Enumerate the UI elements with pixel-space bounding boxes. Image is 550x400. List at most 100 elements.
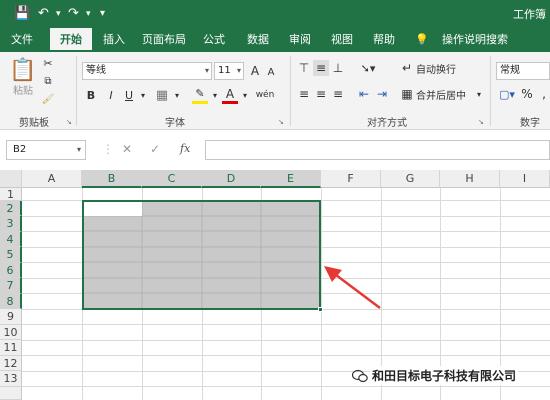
- wrap-text-icon[interactable]: ↵: [400, 60, 414, 76]
- font-group-label: 字体: [165, 118, 185, 129]
- accounting-format-icon[interactable]: ▢▾: [496, 86, 518, 102]
- align-top-icon[interactable]: ⊤: [296, 60, 312, 76]
- row-header-4[interactable]: 4: [0, 232, 22, 247]
- tab-view[interactable]: 视图: [324, 28, 360, 52]
- column-header-f[interactable]: F: [321, 170, 381, 188]
- grow-font-button[interactable]: A: [248, 62, 262, 80]
- underline-button[interactable]: U: [122, 86, 136, 104]
- align-center-icon[interactable]: ≡: [313, 86, 329, 102]
- phonetic-icon[interactable]: wén: [254, 86, 276, 104]
- tab-file[interactable]: 文件: [4, 28, 40, 52]
- orientation-icon[interactable]: ➘▾: [356, 60, 380, 76]
- decrease-indent-icon[interactable]: ⇤: [356, 86, 372, 102]
- font-launcher-icon[interactable]: ↘: [278, 118, 284, 126]
- gridline: [22, 324, 550, 325]
- tab-home[interactable]: 开始: [50, 28, 92, 52]
- row-header-10[interactable]: 10: [0, 325, 22, 340]
- alignment-group-label: 对齐方式: [367, 118, 407, 129]
- active-cell-b2[interactable]: [84, 202, 142, 216]
- row-header-1[interactable]: 1: [0, 188, 22, 201]
- font-color-icon[interactable]: A: [222, 86, 238, 104]
- font-size-select[interactable]: 11 ▾: [214, 62, 244, 80]
- tab-data[interactable]: 数据: [240, 28, 276, 52]
- undo-dropdown-icon[interactable]: ▾: [56, 6, 61, 22]
- column-header-g[interactable]: G: [381, 170, 440, 188]
- enter-icon[interactable]: ✓: [150, 142, 160, 156]
- tab-help[interactable]: 帮助: [366, 28, 402, 52]
- alignment-launcher-icon[interactable]: ↘: [478, 118, 484, 126]
- chevron-down-icon[interactable]: ▾: [172, 88, 182, 102]
- watermark-text: 和田目标电子科技有限公司: [370, 366, 519, 385]
- chevron-down-icon[interactable]: ▾: [138, 88, 148, 102]
- column-header-i[interactable]: I: [500, 170, 550, 188]
- row-header-7[interactable]: 7: [0, 278, 22, 294]
- row-header-14[interactable]: [0, 387, 22, 400]
- tab-page-layout[interactable]: 页面布局: [138, 28, 190, 52]
- chevron-down-icon[interactable]: ▾: [240, 88, 250, 102]
- clipboard-launcher-icon[interactable]: ↘: [66, 118, 72, 126]
- row-header-9[interactable]: 9: [0, 309, 22, 325]
- merge-center-icon[interactable]: ▦: [400, 86, 414, 102]
- chevron-down-icon[interactable]: ▾: [474, 86, 484, 102]
- font-name-select[interactable]: 等线 ▾: [82, 62, 212, 80]
- copy-icon[interactable]: ⧉: [40, 74, 56, 88]
- paste-button-label[interactable]: 粘贴: [6, 82, 40, 97]
- column-header-a[interactable]: A: [22, 170, 82, 188]
- tell-me-search[interactable]: 操作说明搜索: [432, 28, 518, 52]
- chevron-down-icon[interactable]: ▾: [77, 141, 81, 159]
- comma-button[interactable]: ,: [538, 86, 550, 102]
- tab-review[interactable]: 审阅: [282, 28, 318, 52]
- align-left-icon[interactable]: ≡: [296, 86, 312, 102]
- ribbon: 📋 粘贴 ✂ ⧉ 🖌 剪贴板 ↘ 等线 ▾ 11 ▾ A A B I U ▾ ▦ ▾…: [0, 52, 550, 130]
- fill-color-icon[interactable]: ✎: [192, 86, 208, 104]
- column-header-d[interactable]: D: [202, 170, 261, 188]
- row-header-2[interactable]: 2: [0, 201, 22, 216]
- redo-icon[interactable]: ↷: [68, 6, 79, 22]
- row-header-6[interactable]: 6: [0, 263, 22, 278]
- align-bottom-icon[interactable]: ⊥: [330, 60, 346, 76]
- cancel-icon[interactable]: ✕: [122, 142, 132, 156]
- name-box[interactable]: B2 ▾: [6, 140, 86, 160]
- chevron-down-icon: ▾: [236, 66, 241, 75]
- shrink-font-button[interactable]: A: [264, 64, 278, 80]
- paste-icon[interactable]: 📋: [8, 56, 38, 84]
- align-right-icon[interactable]: ≡: [330, 86, 346, 102]
- increase-indent-icon[interactable]: ⇥: [374, 86, 390, 102]
- borders-icon[interactable]: ▦: [154, 86, 170, 104]
- column-header-b[interactable]: B: [82, 170, 142, 188]
- row-header-8[interactable]: 8: [0, 294, 22, 309]
- chevron-down-icon[interactable]: ▾: [210, 88, 220, 102]
- chevron-down-icon: ▾: [204, 66, 209, 75]
- formula-input[interactable]: [205, 140, 550, 160]
- italic-button[interactable]: I: [104, 86, 118, 104]
- undo-icon[interactable]: ↶: [38, 6, 49, 22]
- column-header-h[interactable]: H: [440, 170, 500, 188]
- wrap-text-button[interactable]: 自动换行: [416, 60, 464, 76]
- row-header-5[interactable]: 5: [0, 247, 22, 263]
- bold-button[interactable]: B: [84, 86, 98, 104]
- row-header-13[interactable]: 13: [0, 371, 22, 387]
- column-header-c[interactable]: C: [142, 170, 202, 188]
- cut-icon[interactable]: ✂: [40, 56, 56, 70]
- customize-toolbar-icon[interactable]: ▾: [100, 6, 105, 22]
- arrow-shaft: [331, 271, 381, 309]
- insert-function-button[interactable]: fx: [180, 142, 190, 155]
- selected-range[interactable]: [82, 200, 321, 310]
- save-icon[interactable]: 💾: [14, 6, 30, 22]
- format-painter-icon[interactable]: 🖌: [40, 92, 56, 106]
- redo-dropdown-icon[interactable]: ▾: [86, 6, 91, 22]
- wechat-icon: [352, 369, 368, 383]
- annotation-arrow: [324, 266, 381, 309]
- row-header-3[interactable]: 3: [0, 216, 22, 232]
- number-format-select[interactable]: 常规: [496, 62, 550, 80]
- merge-center-button[interactable]: 合并后居中: [416, 86, 474, 102]
- tab-formulas[interactable]: 公式: [196, 28, 232, 52]
- align-middle-icon[interactable]: ≡: [313, 60, 329, 76]
- window-title: 工作簿: [513, 8, 546, 21]
- row-header-11[interactable]: 11: [0, 340, 22, 356]
- column-header-e[interactable]: E: [261, 170, 321, 188]
- tab-insert[interactable]: 插入: [96, 28, 132, 52]
- row-header-12[interactable]: 12: [0, 356, 22, 371]
- percent-button[interactable]: %: [520, 86, 534, 102]
- select-all-corner[interactable]: [0, 170, 22, 188]
